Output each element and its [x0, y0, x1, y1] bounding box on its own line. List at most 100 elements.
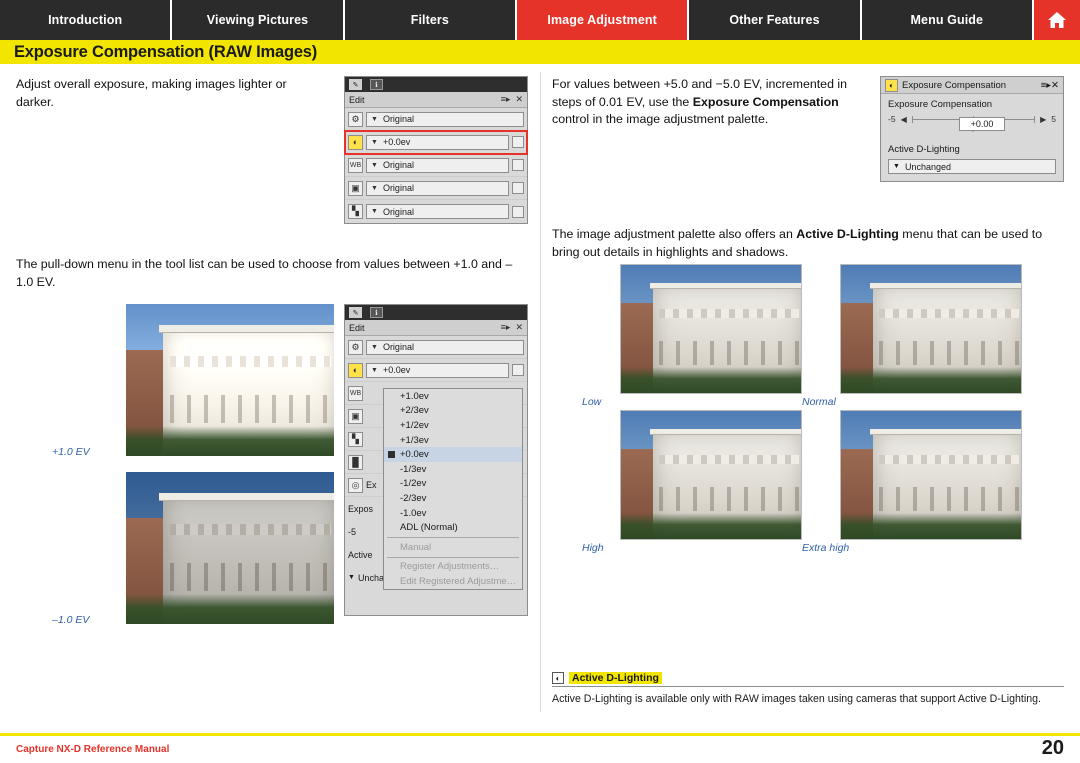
tool-row-value[interactable]: ▼ Original	[366, 339, 524, 355]
gear-icon: ⚙	[348, 111, 363, 127]
tab-label: Viewing Pictures	[206, 13, 309, 27]
tool-row-value[interactable]: ▼ Original	[366, 180, 509, 196]
right-paragraph-2-bold: Active D-Lighting	[796, 227, 899, 241]
tool-row-checkbox[interactable]	[512, 182, 524, 194]
sample-cell-low	[620, 264, 802, 394]
exposure-value-field[interactable]: +0.00	[959, 117, 1005, 131]
menu-item-label: +1.0ev	[400, 390, 429, 402]
menu-item-manual[interactable]: Manual	[384, 540, 522, 555]
exposure-icon: ◐	[348, 134, 363, 150]
right-paragraph-1-part2: control in the image adjustment palette.	[552, 112, 769, 127]
tab-label: Filters	[410, 13, 449, 27]
palette-body: Exposure Compensation -5 ◀ ▶ 5 +0.00 Act…	[881, 94, 1063, 181]
home-button[interactable]	[1033, 0, 1080, 40]
active-dlighting-select[interactable]: ▼ Unchanged	[888, 159, 1056, 174]
sample-grid-row-1	[620, 264, 1064, 394]
menu-item-adl-normal[interactable]: ADL (Normal)	[384, 520, 522, 535]
tool-row-value[interactable]: ▼ +0.0ev	[366, 134, 509, 150]
gear-icon: ⚙	[348, 339, 363, 355]
menu-icon[interactable]: ≡▸	[501, 94, 511, 105]
tab-label: Introduction	[48, 13, 123, 27]
tab-menu-guide[interactable]: Menu Guide	[861, 0, 1034, 40]
panel-header-label: Edit	[349, 322, 365, 333]
menu-icon[interactable]: ≡▸	[1041, 80, 1051, 91]
exposure-compensation-palette[interactable]: ◐ Exposure Compensation ≡▸ ✕ Exposure Co…	[880, 76, 1064, 182]
menu-icon[interactable]: ≡▸	[501, 322, 511, 333]
tab-filters[interactable]: Filters	[344, 0, 517, 40]
tab-other-features[interactable]: Other Features	[689, 0, 862, 40]
chevron-down-icon: ▼	[348, 574, 355, 581]
menu-item-plus-1-2ev[interactable]: +1/2ev	[384, 418, 522, 433]
tool-row-label: +0.0ev	[382, 137, 411, 147]
menu-item-label: -1/2ev	[400, 478, 427, 490]
tool-list-panel-1[interactable]: ✎ ℹ Edit ≡▸ ✕ ⚙ ▼ Original ◐ ▼ +0.0ev WB ▼…	[344, 76, 528, 224]
exposure-value: +0.00	[970, 119, 994, 129]
tool-row-exposure-compensation[interactable]: ◐ ▼ +0.0ev	[344, 130, 528, 155]
tool-row-levels[interactable]: ▚ ▼ Original	[345, 200, 527, 223]
tab-viewing-pictures[interactable]: Viewing Pictures	[172, 0, 345, 40]
menu-item-plus-1-3ev[interactable]: +1/3ev	[384, 433, 522, 448]
menu-item-edit-registered-adjustments[interactable]: Edit Registered Adjustme…	[384, 574, 522, 589]
tool-row-value[interactable]: ▼ Original	[366, 157, 509, 173]
tab-image-adjustment[interactable]: Image Adjustment	[516, 0, 690, 40]
tool-row-value[interactable]: ▼ Original	[366, 204, 509, 219]
tool-row-label: Original	[382, 206, 414, 217]
tab-introduction[interactable]: Introduction	[0, 0, 173, 40]
info-tab-icon[interactable]: ℹ	[370, 79, 383, 90]
tool-row-picture-control[interactable]: ▣ ▼ Original	[345, 177, 527, 200]
edit-tab-icon[interactable]: ✎	[349, 307, 362, 318]
menu-item-plus-1ev[interactable]: +1.0ev	[384, 389, 522, 404]
chevron-down-icon: ▼	[893, 163, 900, 170]
chevron-down-icon: ▼	[371, 115, 378, 123]
tool-row-label: +0.0ev	[382, 365, 411, 375]
active-dlighting-partial-label: Active	[348, 549, 373, 560]
tool-row-checkbox[interactable]	[512, 364, 524, 376]
white-balance-icon: WB	[348, 385, 363, 401]
close-icon[interactable]: ✕	[515, 322, 523, 333]
edit-tab-icon[interactable]: ✎	[349, 79, 362, 90]
exposure-pulldown-menu[interactable]: +1.0ev +2/3ev +1/2ev +1/3ev +0.0ev -1/3e…	[383, 388, 523, 590]
menu-item-label: Register Adjustments…	[400, 561, 500, 573]
levels-icon: ▚	[348, 204, 363, 219]
menu-item-plus-2-3ev[interactable]: +2/3ev	[384, 404, 522, 419]
menu-item-minus-1ev[interactable]: -1.0ev	[384, 506, 522, 521]
note-box: ◐ Active D-Lighting Active D-Lighting is…	[552, 672, 1064, 707]
menu-item-minus-1-2ev[interactable]: -1/2ev	[384, 477, 522, 492]
tool-row-checkbox[interactable]	[512, 159, 524, 171]
menu-item-minus-1-3ev[interactable]: -1/3ev	[384, 462, 522, 477]
tool-row-checkbox[interactable]	[512, 136, 524, 148]
tool-row-camera-settings[interactable]: ⚙ ▼ Original	[345, 108, 527, 131]
sample-photo-low	[620, 264, 802, 394]
menu-item-label: Manual	[400, 541, 432, 553]
sample-photo-plus-1ev	[126, 304, 334, 456]
increment-icon[interactable]: ▶	[1040, 115, 1046, 124]
menu-item-minus-2-3ev[interactable]: -2/3ev	[384, 491, 522, 506]
info-tab-icon[interactable]: ℹ	[370, 307, 383, 318]
menu-item-register-adjustments[interactable]: Register Adjustments…	[384, 560, 522, 575]
close-icon[interactable]: ✕	[515, 94, 523, 105]
sample-photo-high	[620, 410, 802, 540]
tool-row-label: Original	[382, 114, 414, 124]
tool-row-checkbox[interactable]	[512, 205, 524, 218]
note-icon: ◐	[552, 672, 564, 684]
tool-row-value[interactable]: ▼ Original	[366, 111, 524, 127]
tool-row-white-balance[interactable]: WB ▼ Original	[345, 154, 527, 177]
menu-item-zero-ev[interactable]: +0.0ev	[384, 447, 522, 462]
tool-row-exposure-compensation[interactable]: ◐ ▼ +0.0ev	[345, 359, 527, 382]
menu-item-label: +0.0ev	[400, 449, 429, 461]
left-paragraph-2: The pull-down menu in the tool list can …	[16, 257, 513, 289]
caption-extra-high: Extra high	[802, 542, 850, 554]
menu-separator	[387, 536, 519, 538]
tool-list-panel-2[interactable]: ✎ ℹ Edit ≡▸ ✕ ⚙ ▼ Original ◐ ▼ +0.0ev WB…	[344, 304, 528, 616]
decrement-icon[interactable]: ◀	[901, 115, 907, 124]
sample-photo-normal	[840, 264, 1022, 394]
section-partial-label: Expos	[348, 503, 374, 514]
tool-row-value[interactable]: ▼ +0.0ev	[366, 362, 509, 378]
left-column: Adjust overall exposure, making images l…	[16, 76, 528, 626]
caption-normal: Normal	[802, 396, 836, 408]
sample-grid-row-2	[620, 410, 1064, 540]
panel-header: Edit ≡▸ ✕	[345, 92, 527, 108]
right-paragraph-2: The image adjustment palette also offers…	[552, 226, 1064, 261]
tool-row-camera-settings[interactable]: ⚙ ▼ Original	[345, 336, 527, 359]
close-icon[interactable]: ✕	[1051, 80, 1059, 91]
